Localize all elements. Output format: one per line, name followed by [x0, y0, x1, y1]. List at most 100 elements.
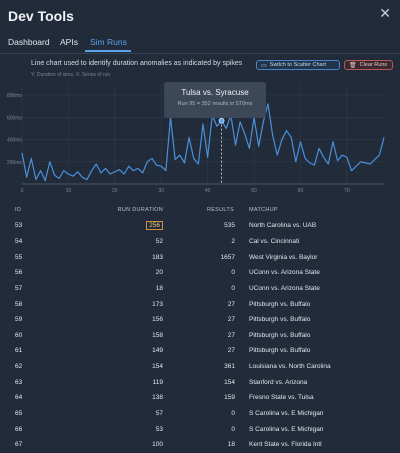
x-tick-label: 20	[112, 188, 118, 194]
cell-results: 27	[227, 300, 235, 308]
col-header-matchup[interactable]: MATCHUP	[235, 201, 400, 218]
dev-tools-panel: Dev Tools ✕ Dashboard APIs Sim Runs Line…	[0, 0, 400, 453]
cell-id: 56	[15, 269, 23, 277]
tab-dashboard[interactable]: Dashboard	[8, 37, 50, 47]
cell-id: 67	[15, 441, 23, 449]
cell-matchup: Pittsburgh vs. Buffalo	[249, 331, 311, 339]
cell-id: 63	[15, 378, 23, 386]
cell-duration: 149	[152, 347, 163, 355]
cell-matchup: Fresno State vs. Tulsa	[249, 394, 314, 402]
cell-duration: 158	[152, 331, 163, 339]
cell-duration: 156	[152, 316, 163, 324]
table-row[interactable]: 58 173 27 Pittsburgh vs. Buffalo	[0, 296, 400, 312]
cell-id: 57	[15, 284, 23, 292]
cell-matchup: Pittsburgh vs. Buffalo	[249, 347, 311, 355]
cell-matchup: Stanford vs. Arizona	[249, 378, 308, 386]
cell-duration: 256	[76, 218, 163, 234]
x-tick-label: 30	[158, 188, 164, 194]
table-row[interactable]: 53 256 535 North Carolina vs. UAB	[0, 218, 400, 234]
cell-results: 0	[231, 284, 235, 292]
table-row[interactable]: 56 20 0 UConn vs. Arizona State	[0, 265, 400, 281]
cell-duration: 20	[155, 269, 163, 277]
y-tick-label: 200ms	[7, 160, 23, 166]
table-row[interactable]: 62 154 361 Louisiana vs. North Carolina	[0, 359, 400, 375]
table-row[interactable]: 63 119 154 Stanford vs. Arizona	[0, 374, 400, 390]
cell-matchup: Kent State vs. Florida Intl	[249, 441, 322, 449]
cell-matchup: UConn vs. Arizona State	[249, 269, 320, 277]
table-row[interactable]: 67 100 18 Kent State vs. Florida Intl	[0, 437, 400, 453]
cell-results: 18	[227, 441, 235, 449]
tooltip-detail: Run 95 = 352 results in 570ms	[177, 101, 253, 107]
cell-results: 2	[231, 237, 235, 245]
cell-duration: 53	[155, 425, 163, 433]
highlight-point	[218, 117, 225, 124]
clear-runs-button[interactable]: 🗑 Clear Runs	[344, 60, 393, 70]
cell-id: 65	[15, 410, 23, 417]
table-row[interactable]: 61 149 27 Pittsburgh vs. Buffalo	[0, 343, 400, 359]
cell-results: 1657	[220, 253, 235, 261]
cell-duration: 173	[152, 300, 163, 308]
x-tick-label: 50	[251, 188, 257, 194]
x-tick-label: 0	[21, 188, 24, 194]
tab-apis[interactable]: APIs	[60, 37, 78, 47]
cell-matchup: Louisiana vs. North Carolina	[249, 363, 331, 371]
table-row[interactable]: 54 52 2 Cal vs. Cincinnati	[0, 234, 400, 250]
cell-matchup: North Carolina vs. UAB	[249, 222, 317, 230]
cell-results: 535	[224, 222, 235, 230]
cell-results: 159	[224, 394, 235, 402]
cell-id: 61	[15, 347, 23, 355]
table-row[interactable]: 64 138 159 Fresno State vs. Tulsa	[0, 390, 400, 406]
table-row[interactable]: 65 57 0 S Carolina vs. E Michigan	[0, 406, 400, 422]
col-header-results[interactable]: RESULTS	[163, 201, 235, 218]
cell-results: 0	[231, 425, 235, 433]
cell-results: 361	[224, 363, 235, 371]
cell-id: 54	[15, 237, 23, 245]
highlighted-duration: 256	[146, 221, 163, 231]
cell-results: 0	[231, 410, 235, 417]
cell-results: 27	[227, 331, 235, 339]
tab-sim-runs[interactable]: Sim Runs	[90, 37, 127, 47]
table-row[interactable]: 57 18 0 UConn vs. Arizona State	[0, 281, 400, 297]
table-header-row: ID RUN DURATION RESULTS MATCHUP	[0, 201, 400, 218]
y-tick-label: 800ms	[7, 93, 23, 99]
close-icon[interactable]: ✕	[379, 5, 391, 22]
cell-duration: 119	[152, 378, 163, 386]
x-tick-label: 60	[298, 188, 304, 194]
table-row[interactable]: 59 156 27 Pittsburgh vs. Buffalo	[0, 312, 400, 328]
cell-matchup: Pittsburgh vs. Buffalo	[249, 316, 311, 324]
x-tick-label: 70	[344, 188, 350, 194]
tab-bar: Dashboard APIs Sim Runs	[0, 31, 400, 54]
y-tick-label: 400ms	[7, 138, 23, 144]
active-tab-indicator	[85, 50, 131, 52]
cell-matchup: Pittsburgh vs. Buffalo	[249, 300, 311, 308]
cell-matchup: S Carolina vs. E Michigan	[249, 425, 324, 433]
y-tick-label: 600ms	[7, 115, 23, 121]
table-row[interactable]: 55 183 1657 West Virginia vs. Baylor	[0, 249, 400, 265]
col-header-id[interactable]: ID	[0, 201, 76, 218]
cell-id: 62	[15, 363, 23, 371]
tooltip-title: Tulsa vs. Syracuse	[181, 88, 249, 97]
table-row[interactable]: 66 53 0 S Carolina vs. E Michigan	[0, 421, 400, 437]
cell-id: 58	[15, 300, 23, 308]
cell-id: 55	[15, 253, 23, 261]
cell-matchup: West Virginia vs. Baylor	[249, 253, 318, 261]
cell-duration: 138	[152, 394, 163, 402]
cell-duration: 57	[155, 410, 163, 417]
table-row[interactable]: 60 158 27 Pittsburgh vs. Buffalo	[0, 327, 400, 343]
cell-id: 66	[15, 425, 23, 433]
cell-id: 53	[15, 222, 23, 230]
cell-duration: 183	[152, 253, 163, 261]
cell-duration: 52	[155, 237, 163, 245]
cell-results: 154	[224, 378, 235, 386]
x-tick-label: 10	[66, 188, 72, 194]
cell-results: 27	[227, 347, 235, 355]
panel-title: Dev Tools	[8, 8, 74, 24]
col-header-duration[interactable]: RUN DURATION	[76, 201, 163, 218]
x-tick-label: 40	[205, 188, 211, 194]
cell-results: 27	[227, 316, 235, 324]
chart-description: Line chart used to identify duration ano…	[31, 60, 243, 67]
cell-matchup: UConn vs. Arizona State	[249, 284, 320, 292]
switch-to-scatter-button[interactable]: ▭ Switch to Scatter Chart	[256, 60, 340, 70]
cell-id: 59	[15, 316, 23, 324]
chart-tooltip: Tulsa vs. Syracuse Run 95 = 352 results …	[164, 82, 266, 118]
